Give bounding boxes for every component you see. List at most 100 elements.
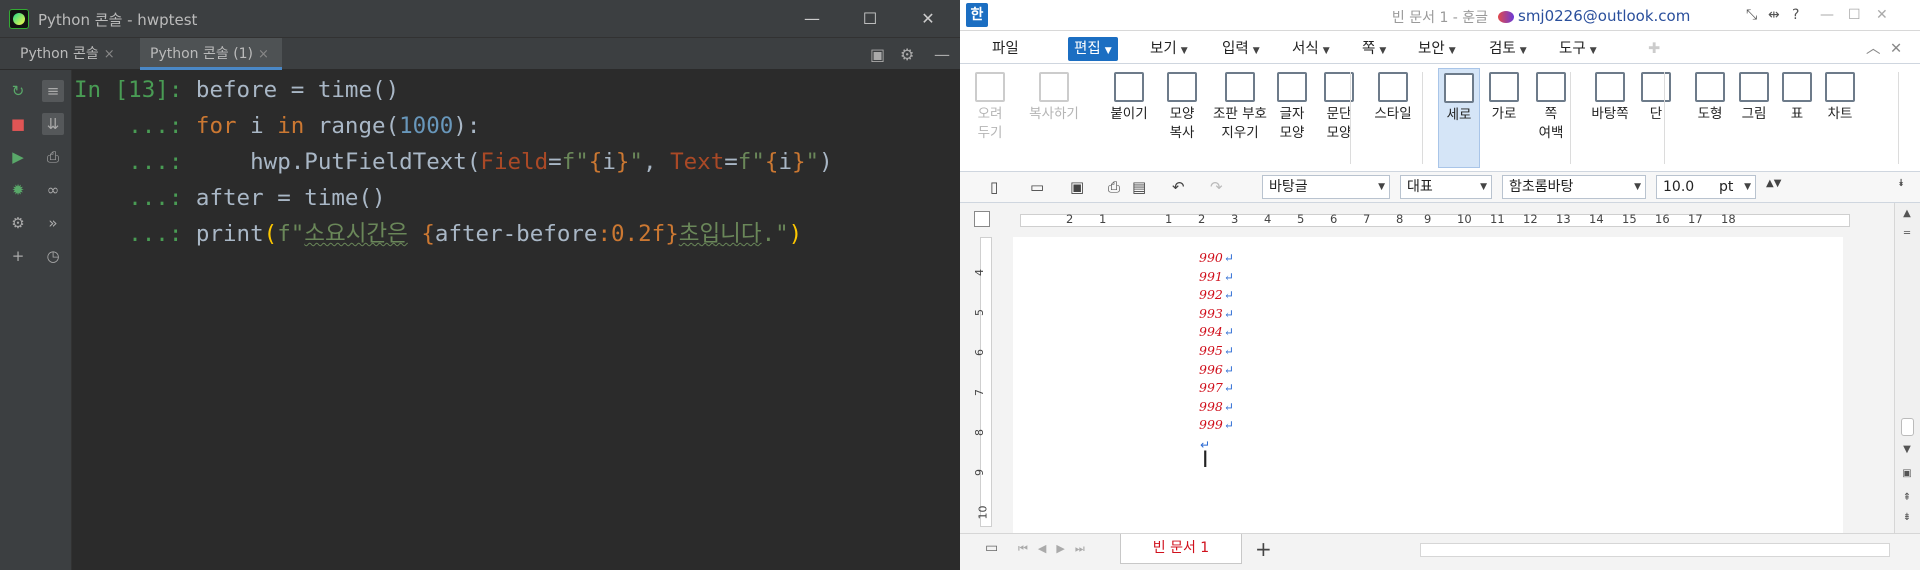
scroll-down-icon[interactable]: ▼	[1900, 443, 1914, 457]
menu-page[interactable]: 쪽 ▼	[1356, 37, 1392, 61]
tab-python-console-1[interactable]: Python 콘솔 (1) ×	[140, 38, 282, 70]
close-button[interactable]: ✕	[899, 0, 957, 37]
menu-security[interactable]: 보안 ▼	[1412, 37, 1462, 61]
line-text: 995	[1199, 343, 1223, 358]
variables-icon[interactable]: ∞	[42, 179, 64, 201]
minimize-button[interactable]: —	[783, 0, 841, 37]
fullscreen-icon[interactable]: ⤡	[1746, 7, 1757, 23]
menu-review[interactable]: 검토 ▼	[1483, 37, 1533, 61]
save-icon[interactable]: ▣	[1070, 178, 1084, 196]
tab-navigation-icon[interactable]: ⏮◀▶⏭	[1018, 542, 1095, 556]
ribbon-button-7[interactable]: 스타일	[1367, 68, 1419, 168]
page-view-icon[interactable]: ▣	[1900, 467, 1914, 481]
menu-format[interactable]: 서식 ▼	[1286, 37, 1336, 61]
open-folder-icon[interactable]: ▭	[1030, 178, 1044, 196]
ribbon-label: 단	[1649, 106, 1663, 122]
close-button[interactable]: ✕	[1876, 7, 1888, 23]
ribbon-button-16[interactable]: 차트	[1820, 68, 1860, 168]
prev-page-icon[interactable]: ⇞	[1900, 491, 1914, 505]
ribbon-button-9[interactable]: 가로	[1485, 68, 1523, 168]
close-doc-icon[interactable]: ✕	[1884, 37, 1908, 61]
console-editor[interactable]: In [13]: before = time() ...: for i in r…	[74, 72, 960, 570]
split-view-icon[interactable]: ═	[1900, 227, 1914, 241]
ribbon-button-11[interactable]: 바탕쪽	[1585, 68, 1635, 168]
code-line: ...: print(f"소요시간은 {after-before:0.2f}초입…	[74, 216, 802, 252]
style-select[interactable]: 바탕글 ▼	[1262, 175, 1390, 199]
horizontal-scrollbar[interactable]	[1420, 543, 1890, 557]
code-text: ):	[453, 113, 481, 139]
chevron-down-icon: ▼	[1378, 182, 1385, 192]
ribbon-button-0[interactable]: 오려 두기	[970, 68, 1010, 168]
ribbon-button-3[interactable]: 모양 복사	[1160, 68, 1204, 168]
restore-button[interactable]: ☐	[1848, 7, 1861, 23]
new-doc-icon[interactable]: ▯	[990, 178, 998, 196]
vertical-ruler[interactable]	[980, 237, 992, 527]
font-size-input[interactable]: 10.0 pt ▼	[1656, 175, 1756, 199]
account-icon	[1498, 10, 1514, 23]
menu-tools[interactable]: 도구 ▼	[1553, 37, 1603, 61]
ribbon-button-12[interactable]: 단	[1639, 68, 1673, 168]
collapse-icon[interactable]: ︿	[1860, 37, 1887, 61]
add-tab-button[interactable]: +	[1255, 537, 1272, 561]
vertical-scrollbar[interactable]: ▲ ═ ▼ ▣ ⇞ ⇟	[1894, 203, 1920, 533]
size-stepper-icon[interactable]: ▲▼	[1766, 178, 1781, 189]
gear-icon[interactable]: ⚙	[900, 45, 914, 64]
ribbon-toolbar: 오려 두기 복사하기 붙이기 모양 복사 조판 부호 지우기 글자 모양 문단 모양 스타일 세…	[960, 64, 1920, 172]
ribbon-button-14[interactable]: 그림	[1731, 68, 1777, 168]
document-page[interactable]: 990↵ 991↵ 992↵ 993↵ 994↵ 995↵ 996↵ 997↵ 998↵ 999↵…	[1013, 237, 1843, 533]
user-account[interactable]: smj0226@outlook.com	[1498, 7, 1690, 25]
ribbon-button-13[interactable]: 도형	[1691, 68, 1729, 168]
minimize-button[interactable]: —	[1820, 7, 1834, 23]
redo-icon[interactable]: ↷	[1210, 178, 1223, 196]
code-text: }	[791, 149, 806, 175]
ribbon-button-15[interactable]: 표	[1780, 68, 1814, 168]
view-mode-icon[interactable]: ▭	[985, 540, 998, 556]
hide-icon[interactable]: —	[934, 45, 950, 64]
ribbon-option-icon[interactable]: ✚	[1642, 37, 1666, 61]
scroll-thumb[interactable]	[1901, 418, 1914, 436]
stop-icon[interactable]: ■	[7, 113, 29, 135]
debug-icon[interactable]: ✹	[7, 179, 29, 201]
line-text: 991	[1199, 268, 1223, 284]
menu-edit[interactable]: 편집 ▼	[1068, 37, 1118, 61]
menu-file[interactable]: 파일	[986, 37, 1025, 61]
preview-icon[interactable]: ▤	[1132, 178, 1146, 196]
code-text: 초입니다	[678, 221, 762, 247]
ribbon-button-10[interactable]: 쪽 여백	[1527, 68, 1575, 168]
ribbon-button-2[interactable]: 붙이기	[1105, 68, 1153, 168]
split-icon[interactable]: ⇹	[1768, 7, 1780, 23]
ribbon-button-6[interactable]: 문단 모양	[1318, 68, 1360, 168]
run-icon[interactable]: ▶	[7, 146, 29, 168]
new-console-icon[interactable]: +	[7, 245, 29, 267]
ribbon-button-1[interactable]: 복사하기	[1022, 68, 1086, 168]
history-icon[interactable]: ◷	[42, 245, 64, 267]
layout-icon[interactable]: ▣	[870, 45, 885, 64]
next-page-icon[interactable]: ⇟	[1900, 511, 1914, 525]
menu-insert[interactable]: 입력 ▼	[1216, 37, 1266, 61]
print-icon[interactable]: ⎙	[42, 146, 64, 168]
scroll-to-end-icon[interactable]: ⇊	[42, 113, 64, 135]
chevron-down-icon: ▼	[1519, 46, 1527, 56]
ruler-corner[interactable]	[974, 211, 990, 227]
undo-icon[interactable]: ↶	[1172, 178, 1185, 196]
print-icon[interactable]: ⎙	[1108, 178, 1120, 196]
ribbon-button-8[interactable]: 세로	[1438, 68, 1480, 168]
maximize-button[interactable]: ☐	[841, 0, 899, 37]
menu-view[interactable]: 보기 ▼	[1144, 37, 1194, 61]
line-text: 990	[1199, 250, 1223, 265]
settings-icon[interactable]: ⚙	[7, 212, 29, 234]
font-select[interactable]: 함초롬바탕 ▼	[1502, 175, 1646, 199]
ribbon-button-5[interactable]: 글자 모양	[1273, 68, 1311, 168]
document-tab[interactable]: 빈 문서 1	[1120, 534, 1242, 564]
close-tab-icon[interactable]: ×	[104, 47, 115, 62]
rerun-icon[interactable]: ↻	[7, 80, 29, 102]
soft-wrap-icon[interactable]: ≡	[42, 80, 64, 102]
toolbar-more-icon[interactable]: ⯯	[1898, 178, 1904, 189]
language-select[interactable]: 대표 ▼	[1400, 175, 1492, 199]
close-tab-icon[interactable]: ×	[258, 47, 269, 62]
tab-python-console[interactable]: Python 콘솔 ×	[10, 38, 130, 70]
help-icon[interactable]: ?	[1792, 7, 1799, 23]
scroll-up-icon[interactable]: ▲	[1900, 207, 1914, 221]
ribbon-button-4[interactable]: 조판 부호 지우기	[1206, 68, 1274, 168]
execute-icon[interactable]: »	[42, 212, 64, 234]
